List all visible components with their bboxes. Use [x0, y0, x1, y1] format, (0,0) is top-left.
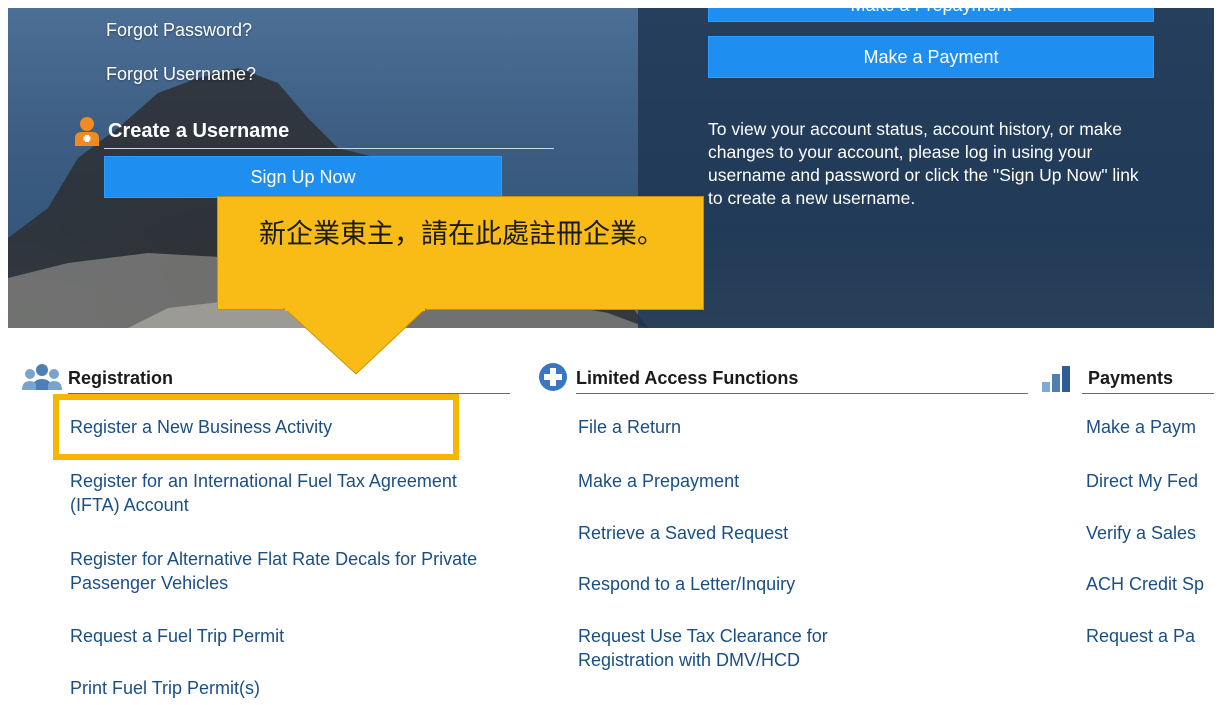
account-panel: Make a Prepayment Make a Payment To view… [638, 8, 1214, 328]
payments-link-5[interactable]: Request a Pa [1086, 624, 1195, 648]
callout-box: 新企業東主，請在此處註冊企業。 [217, 196, 704, 310]
print-fuel-trip-permit-link[interactable]: Print Fuel Trip Permit(s) [70, 676, 260, 700]
retrieve-saved-request-link[interactable]: Retrieve a Saved Request [578, 521, 788, 545]
request-fuel-trip-permit-link[interactable]: Request a Fuel Trip Permit [70, 624, 284, 648]
make-prepayment-link[interactable]: Make a Prepayment [578, 469, 739, 493]
register-ifta-link[interactable]: Register for an International Fuel Tax A… [70, 469, 470, 517]
limited-access-divider [576, 393, 1028, 394]
make-payment-button[interactable]: Make a Payment [708, 36, 1154, 78]
payments-link-2[interactable]: Direct My Fed [1086, 469, 1198, 493]
limited-access-section-header: Limited Access Functions [538, 362, 1028, 396]
right-edge-border [1214, 0, 1222, 705]
group-icon [22, 364, 62, 390]
registration-divider [68, 393, 510, 394]
payments-divider [1082, 393, 1222, 394]
user-icon [75, 117, 99, 146]
payments-link-1[interactable]: Make a Paym [1086, 415, 1196, 439]
forgot-username-link[interactable]: Forgot Username? [106, 64, 256, 85]
create-username-divider [104, 148, 554, 149]
register-new-business-link[interactable]: Register a New Business Activity [70, 415, 332, 439]
payments-link-4[interactable]: ACH Credit Sp [1086, 572, 1204, 596]
limited-access-title: Limited Access Functions [576, 368, 799, 388]
register-flat-rate-decals-link[interactable]: Register for Alternative Flat Rate Decal… [70, 547, 490, 595]
registration-title: Registration [68, 368, 174, 388]
registration-section-header: Registration [18, 362, 510, 396]
plus-circle-icon [539, 363, 567, 391]
payments-section-header: Payments [1040, 362, 1222, 396]
bar-chart-icon [1042, 366, 1070, 392]
payments-title: Payments [1088, 368, 1174, 388]
payments-link-3[interactable]: Verify a Sales [1086, 521, 1196, 545]
file-return-link[interactable]: File a Return [578, 415, 681, 439]
make-prepayment-button[interactable]: Make a Prepayment [708, 8, 1154, 22]
respond-letter-inquiry-link[interactable]: Respond to a Letter/Inquiry [578, 572, 795, 596]
request-use-tax-clearance-link[interactable]: Request Use Tax Clearance for Registrati… [578, 624, 918, 672]
callout-text: 新企業東主，請在此處註冊企業。 [259, 219, 664, 250]
create-username-title: Create a Username [108, 120, 290, 142]
account-info-text: To view your account status, account his… [708, 119, 1139, 208]
forgot-password-link[interactable]: Forgot Password? [106, 20, 252, 41]
sign-up-now-button[interactable]: Sign Up Now [104, 156, 502, 198]
create-username-header: Create a Username [74, 114, 554, 152]
